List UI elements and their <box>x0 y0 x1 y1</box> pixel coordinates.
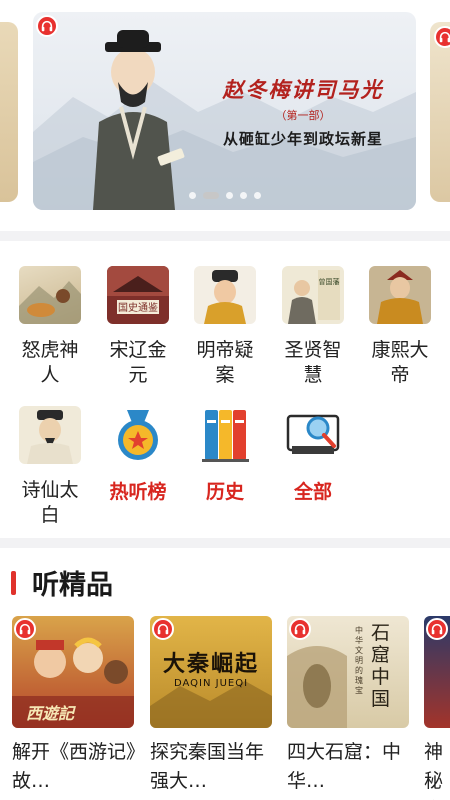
category-item[interactable]: 国史通鉴 宋辽金元 <box>103 266 173 388</box>
tiger-painting-icon <box>19 266 81 324</box>
cover-title: 西遊記 <box>26 704 75 723</box>
category-label: 圣贤智慧 <box>284 339 342 386</box>
category-label: 康熙大帝 <box>371 339 429 386</box>
prev-banner-peek[interactable] <box>0 22 18 202</box>
album-title: 探究秦国当年强大… <box>150 741 265 792</box>
cover-title: 大秦崛起 <box>162 651 259 677</box>
category-label: 热听榜 <box>109 481 167 503</box>
album-card[interactable]: 西遊記 解开《西游记》故… <box>12 616 136 796</box>
category-label: 历史 <box>205 481 244 503</box>
palace-book-cover-icon: 国史通鉴 <box>107 266 169 324</box>
section-divider <box>0 231 450 241</box>
carousel-indicator <box>33 192 416 199</box>
album-cover <box>424 616 450 728</box>
album-cover: 大秦崛起 DAQIN JUEQI <box>150 616 272 728</box>
album-card[interactable]: 石窟中国 中华文明的瑰宝 四大石窟：中华… <box>287 616 409 796</box>
svg-text:国史通鉴: 国史通鉴 <box>118 301 158 314</box>
section-accent-bar <box>11 571 16 595</box>
album-title: 解开《西游记》故… <box>12 741 136 792</box>
album-cover: 石窟中国 中华文明的瑰宝 <box>287 616 409 728</box>
category-label: 诗仙太白 <box>21 479 79 526</box>
carousel-dot-active[interactable] <box>202 192 219 199</box>
album-title: 神秘宫… <box>424 741 450 800</box>
section-title: 听精品 <box>32 570 113 601</box>
section-divider <box>0 538 450 548</box>
cover-subtitle: DAQIN JUEQI <box>173 678 249 689</box>
banner-tagline: 从砸缸少年到政坛新星 <box>222 130 383 148</box>
headphone-icon <box>152 618 174 640</box>
album-card[interactable]: 神秘宫… <box>424 616 450 800</box>
category-label: 全部 <box>293 481 332 503</box>
category-item[interactable]: 诗仙太白 <box>15 406 85 528</box>
headphone-icon <box>426 618 448 640</box>
svg-text:曾国藩: 曾国藩 <box>319 277 340 286</box>
album-cover: 西遊記 <box>12 616 134 728</box>
category-label: 怒虎神人 <box>21 339 79 386</box>
headphone-icon <box>36 15 58 37</box>
category-item[interactable]: 怒虎神人 <box>15 266 85 388</box>
app-screen: 赵冬梅讲司马光 （第一部） 从砸缸少年到政坛新星 怒虎神人 国史通鉴 宋辽金元 … <box>0 0 450 800</box>
cover-subtitle: 中华文明的瑰宝 <box>355 626 363 695</box>
sage-book-cover-icon: 曾国藩 <box>282 266 344 324</box>
li-bai-portrait-icon <box>19 406 81 464</box>
banner-subtitle: （第一部） <box>275 109 331 122</box>
banner-title: 赵冬梅讲司马光 <box>222 77 384 102</box>
books-icon <box>194 406 256 464</box>
ming-emperor-portrait-icon <box>194 266 256 324</box>
search-monitor-icon <box>282 406 344 464</box>
cover-title: 石窟中国 <box>371 622 391 710</box>
headphone-icon <box>434 26 450 48</box>
category-item[interactable]: 热听榜 <box>103 406 173 505</box>
album-title: 四大石窟：中华… <box>287 741 402 792</box>
carousel-dot[interactable] <box>239 192 247 199</box>
category-label: 明帝疑案 <box>196 339 254 386</box>
next-banner-peek[interactable] <box>430 22 450 202</box>
category-item[interactable]: 历史 <box>190 406 260 505</box>
category-label: 宋辽金元 <box>109 339 167 386</box>
carousel-dot[interactable] <box>253 192 261 199</box>
banner-slide[interactable]: 赵冬梅讲司马光 （第一部） 从砸缸少年到政坛新星 <box>33 12 416 210</box>
headphone-icon <box>14 618 36 640</box>
medal-icon <box>107 406 169 464</box>
carousel-dot[interactable] <box>188 192 196 199</box>
banner-carousel[interactable]: 赵冬梅讲司马光 （第一部） 从砸缸少年到政坛新星 <box>0 0 450 230</box>
category-item[interactable]: 全部 <box>278 406 348 505</box>
carousel-dot[interactable] <box>225 192 233 199</box>
album-card[interactable]: 大秦崛起 DAQIN JUEQI 探究秦国当年强大… <box>150 616 272 796</box>
kangxi-portrait-icon <box>369 266 431 324</box>
headphone-icon <box>289 618 311 640</box>
category-item[interactable]: 康熙大帝 <box>365 266 435 388</box>
category-item[interactable]: 曾国藩 圣贤智慧 <box>278 266 348 388</box>
category-item[interactable]: 明帝疑案 <box>190 266 260 388</box>
